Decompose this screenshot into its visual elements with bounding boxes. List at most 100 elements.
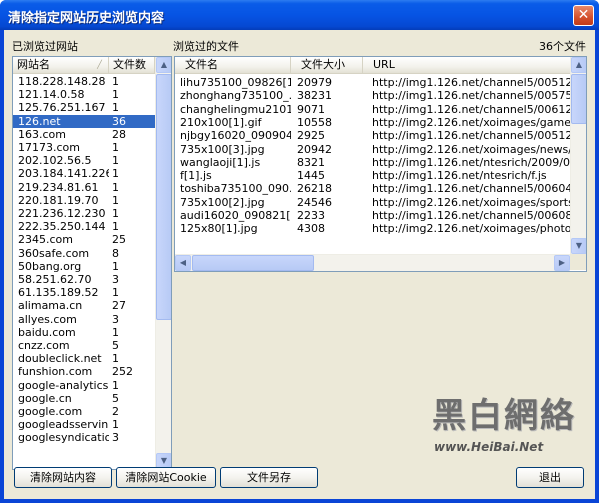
file-row[interactable]: 735x100[3].jpg 20942 http://img2.126.net/x…	[175, 143, 570, 156]
scroll-up-icon[interactable]: ▲	[156, 57, 171, 73]
file-row[interactable]: 735x100[2].jpg 24546 http://img2.126.net/x…	[175, 196, 570, 209]
site-name: 163.com	[18, 127, 66, 141]
site-file-count: 1	[112, 418, 119, 432]
site-file-count: 3	[112, 273, 119, 286]
file-name: 735x100[3].jpg	[180, 142, 265, 156]
site-row[interactable]: funshion.com 252	[13, 365, 155, 378]
file-row[interactable]: lihu735100_09826[1]... 20979 http://img1.1…	[175, 76, 570, 89]
site-row[interactable]: 126.net 36	[13, 114, 155, 128]
file-size: 24546	[297, 195, 332, 209]
site-name: 17173.com	[18, 141, 80, 154]
scroll-down-icon[interactable]: ▼	[571, 238, 586, 254]
watermark-url: www.HeiBai.Net	[434, 440, 544, 454]
scroll-right-icon[interactable]: ▶	[554, 255, 570, 271]
file-row[interactable]: zhonghang735100_... 38231 http://img1.126.…	[175, 89, 570, 102]
column-header-file-size[interactable]: 文件大小	[291, 57, 363, 74]
file-url: http://img1.126.net/ntesrich/f.js	[372, 169, 547, 183]
file-size: 2925	[297, 129, 325, 143]
site-row[interactable]: alimama.cn 27	[13, 299, 155, 312]
site-file-count: 252	[112, 365, 133, 379]
column-header-file-name[interactable]: 文件名	[175, 57, 291, 74]
site-row[interactable]: google.com 2	[13, 405, 155, 418]
exit-button[interactable]: 退出	[516, 467, 584, 488]
site-row[interactable]: 61.135.189.52 1	[13, 286, 155, 299]
site-row[interactable]: 50bang.org 1	[13, 260, 155, 273]
file-row[interactable]: 210x100[1].gif 10558 http://img2.126.net/x…	[175, 116, 570, 129]
sites-list[interactable]: 网站名 ╱ 文件数 118.228.148.28 1 121.14.0.58 1 125…	[12, 56, 172, 470]
file-name: changhelingmu2101...	[180, 102, 291, 116]
file-row[interactable]: f[1].js 1445 http://img1.126.net/ntesrich/…	[175, 169, 570, 182]
site-row[interactable]: googlesyndicatio...3	[13, 431, 155, 444]
file-row[interactable]: njbgy16020_090904... 2925 http://img1.126.…	[175, 129, 570, 142]
site-row[interactable]: 17173.com 1	[13, 141, 155, 154]
file-url: http://img1.126.net/channel5/005123/lihu…	[372, 76, 570, 89]
column-header-url[interactable]: URL	[363, 57, 570, 74]
column-header-label: 网站名	[17, 58, 50, 71]
file-name: 125x80[1].jpg	[180, 222, 258, 236]
file-row[interactable]: audi16020_090821[... 2233 http://img1.126.…	[175, 209, 570, 222]
file-name: njbgy16020_090904...	[180, 129, 291, 143]
site-row[interactable]: 118.228.148.28 1	[13, 75, 155, 88]
file-size: 1445	[297, 169, 325, 183]
site-row[interactable]: allyes.com 3	[13, 313, 155, 326]
site-name: 118.228.148.28	[18, 75, 106, 88]
file-url: http://img2.126.net/xoimages/photo/20090	[372, 222, 570, 236]
site-file-count: 1	[112, 207, 119, 220]
save-file-button[interactable]: 文件另存	[220, 467, 318, 488]
file-row[interactable]: wanglaoji[1].js 8321 http://img1.126.net/n…	[175, 156, 570, 169]
site-row[interactable]: 2345.com 25	[13, 233, 155, 246]
site-row[interactable]: cnzz.com 5	[13, 339, 155, 352]
clear-site-cookie-button[interactable]: 清除网站Cookie	[116, 467, 216, 488]
site-name: 58.251.62.70	[18, 273, 92, 286]
site-row[interactable]: 219.234.81.61 1	[13, 181, 155, 194]
sites-vertical-scrollbar[interactable]: ▲ ▼	[155, 57, 171, 469]
files-horizontal-scrollbar[interactable]: ◀ ▶	[175, 254, 570, 271]
site-row[interactable]: 203.184.141.226 1	[13, 167, 155, 180]
site-name: 121.14.0.58	[18, 88, 85, 102]
site-row[interactable]: 58.251.62.70 3	[13, 273, 155, 286]
site-file-count: 2	[112, 405, 119, 418]
site-file-count: 25	[112, 233, 126, 247]
files-list[interactable]: 文件名 文件大小 URL lihu735100_09826[1]... 20979…	[174, 56, 587, 272]
file-name: toshiba735100_090...	[180, 182, 291, 196]
site-row[interactable]: 220.181.19.70 1	[13, 194, 155, 207]
file-row[interactable]: toshiba735100_090... 26218 http://img1.126…	[175, 182, 570, 195]
scroll-left-icon[interactable]: ◀	[175, 255, 191, 271]
site-row[interactable]: baidu.com 1	[13, 326, 155, 339]
column-header-site-name[interactable]: 网站名 ╱	[13, 57, 109, 74]
file-name: zhonghang735100_...	[180, 89, 291, 103]
file-url: http://img1.126.net/channel5/005750/zhon	[372, 89, 570, 103]
file-row[interactable]: 125x80[1].jpg 4308 http://img2.126.net/xoi…	[175, 222, 570, 235]
title-bar[interactable]: 清除指定网站历史浏览内容 ✕	[0, 0, 599, 30]
scroll-thumb[interactable]	[156, 74, 171, 320]
site-row[interactable]: 121.14.0.58 1	[13, 88, 155, 101]
scroll-thumb[interactable]	[571, 74, 586, 124]
site-row[interactable]: google.cn 5	[13, 392, 155, 405]
column-header-file-count[interactable]: 文件数	[109, 57, 155, 74]
site-file-count: 1	[112, 352, 119, 366]
files-vertical-scrollbar[interactable]: ▲ ▼	[570, 57, 586, 254]
site-file-count: 1	[112, 286, 119, 300]
scroll-up-icon[interactable]: ▲	[571, 57, 586, 73]
site-file-count: 1	[112, 378, 119, 392]
site-row[interactable]: 125.76.251.167 1	[13, 101, 155, 114]
site-row[interactable]: 221.236.12.230 1	[13, 207, 155, 220]
site-row[interactable]: google-analytics... 1	[13, 379, 155, 392]
site-name: 50bang.org	[18, 259, 82, 273]
site-name: alimama.cn	[18, 299, 83, 313]
site-file-count: 1	[112, 154, 119, 168]
site-name: 202.102.56.5	[18, 154, 92, 168]
close-button[interactable]: ✕	[573, 5, 594, 26]
site-row[interactable]: 222.35.250.144 1	[13, 220, 155, 233]
file-row[interactable]: changhelingmu2101... 9071 http://img1.126.…	[175, 103, 570, 116]
site-file-count: 1	[112, 88, 119, 102]
site-row[interactable]: 163.com 28	[13, 128, 155, 141]
site-row[interactable]: doubleclick.net 1	[13, 352, 155, 365]
clear-site-content-button[interactable]: 清除网站内容	[14, 467, 112, 488]
file-name: lihu735100_09826[1]...	[180, 76, 291, 89]
site-name: funshion.com	[18, 365, 93, 379]
site-row[interactable]: googleadsservin... 1	[13, 418, 155, 431]
site-row[interactable]: 202.102.56.5 1	[13, 154, 155, 167]
scroll-thumb[interactable]	[192, 255, 314, 271]
site-row[interactable]: 360safe.com 8	[13, 247, 155, 260]
